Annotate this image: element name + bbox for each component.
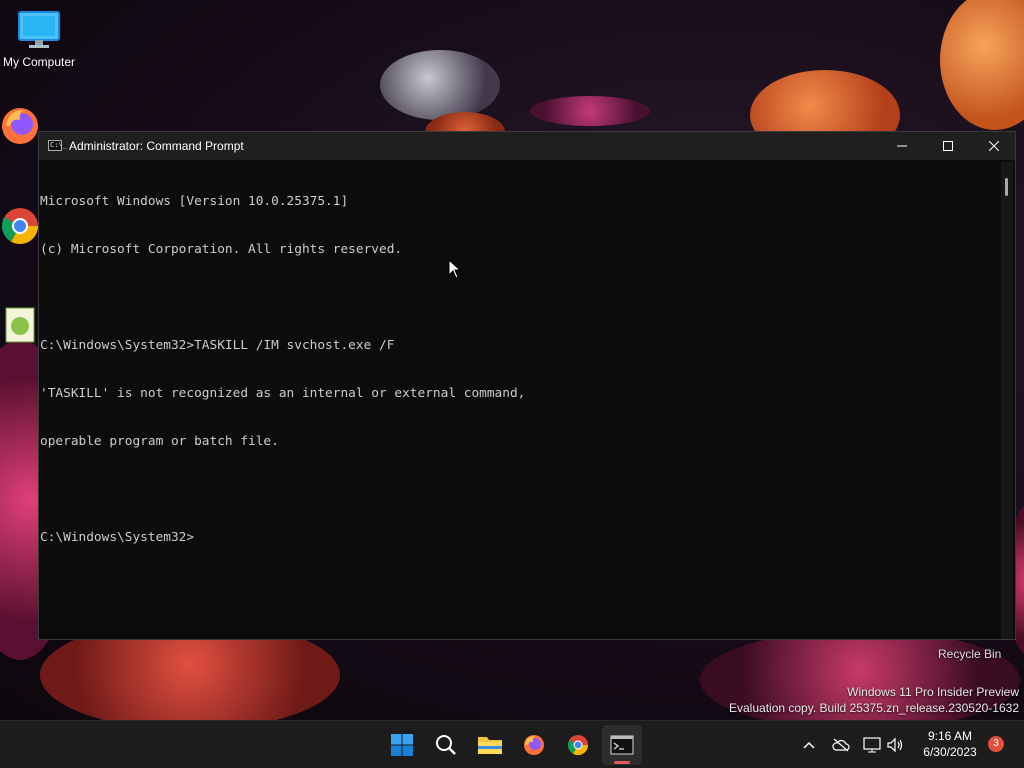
minimize-icon bbox=[897, 145, 907, 147]
console-line: 'TASKILL' is not recognized as an intern… bbox=[40, 386, 526, 401]
network-icon bbox=[863, 737, 881, 753]
firefox-icon bbox=[2, 108, 38, 144]
network-tray-button[interactable] bbox=[862, 735, 882, 755]
maximize-icon bbox=[943, 141, 953, 151]
active-app-indicator bbox=[614, 761, 630, 764]
start-button[interactable] bbox=[382, 725, 422, 765]
minimize-button[interactable] bbox=[879, 132, 925, 160]
mouse-pointer-icon bbox=[448, 259, 462, 279]
system-clock[interactable]: 9:16 AM 6/30/2023 bbox=[910, 728, 990, 760]
vertical-scrollbar[interactable] bbox=[1001, 162, 1013, 639]
taskbar: 9:16 AM 6/30/2023 bbox=[0, 720, 1024, 768]
recycle-bin-label[interactable]: Recycle Bin bbox=[938, 647, 1001, 661]
windows-watermark: Windows 11 Pro Insider Preview Evaluatio… bbox=[729, 684, 1019, 716]
firefox-taskbar-button[interactable] bbox=[514, 725, 554, 765]
terminal-icon bbox=[610, 735, 634, 755]
cloud-offline-icon bbox=[832, 738, 850, 752]
chevron-up-icon bbox=[803, 741, 815, 749]
volume-tray-button[interactable] bbox=[885, 735, 905, 755]
cmd-icon-glyph: C:\_ bbox=[50, 141, 67, 149]
console-line: (c) Microsoft Corporation. All rights re… bbox=[40, 242, 403, 257]
console-prompt[interactable]: C:\Windows\System32> bbox=[40, 530, 1002, 546]
scrollbar-thumb[interactable] bbox=[1005, 178, 1008, 196]
search-button[interactable] bbox=[426, 725, 466, 765]
chrome-taskbar-button[interactable] bbox=[558, 725, 598, 765]
notepad-plus-plus-icon bbox=[5, 307, 35, 343]
desktop-icon-label: My Computer bbox=[2, 55, 76, 69]
speaker-icon bbox=[887, 737, 903, 753]
terminal-taskbar-button[interactable] bbox=[602, 725, 642, 765]
watermark-build: Evaluation copy. Build 25375.zn_release.… bbox=[729, 701, 1019, 715]
console-line: operable program or batch file. bbox=[40, 434, 279, 449]
clock-time: 9:16 AM bbox=[927, 729, 973, 743]
watermark-edition: Windows 11 Pro Insider Preview bbox=[847, 685, 1019, 699]
maximize-button[interactable] bbox=[925, 132, 971, 160]
file-explorer-icon bbox=[478, 737, 502, 754]
chrome-icon bbox=[1, 208, 39, 245]
search-icon bbox=[436, 735, 456, 755]
onedrive-tray-button[interactable] bbox=[831, 735, 851, 755]
console-line: C:\Windows\System32>TASKILL /IM svchost.… bbox=[40, 338, 395, 353]
console-output[interactable]: Microsoft Windows [Version 10.0.25375.1]… bbox=[39, 162, 1002, 639]
notification-badge[interactable]: 3 bbox=[988, 736, 1004, 752]
cmd-icon[interactable]: C:\_ bbox=[48, 140, 67, 151]
start-icon bbox=[391, 734, 413, 756]
close-button[interactable] bbox=[971, 132, 1017, 160]
close-icon bbox=[989, 141, 999, 151]
file-explorer-button[interactable] bbox=[470, 725, 510, 765]
clock-date: 6/30/2023 bbox=[923, 745, 977, 759]
window-titlebar[interactable]: C:\_ Administrator: Command Prompt bbox=[39, 132, 1015, 160]
console-line: Microsoft Windows [Version 10.0.25375.1] bbox=[40, 194, 349, 209]
firefox-icon bbox=[524, 735, 544, 755]
show-hidden-icons-button[interactable] bbox=[799, 735, 819, 755]
command-prompt-window[interactable]: C:\_ Administrator: Command Prompt Micro… bbox=[38, 131, 1016, 640]
chrome-icon bbox=[567, 735, 589, 756]
desktop-icon-my-computer[interactable]: My Computer bbox=[0, 10, 78, 69]
monitor-icon bbox=[18, 11, 60, 48]
window-title: Administrator: Command Prompt bbox=[69, 139, 244, 153]
